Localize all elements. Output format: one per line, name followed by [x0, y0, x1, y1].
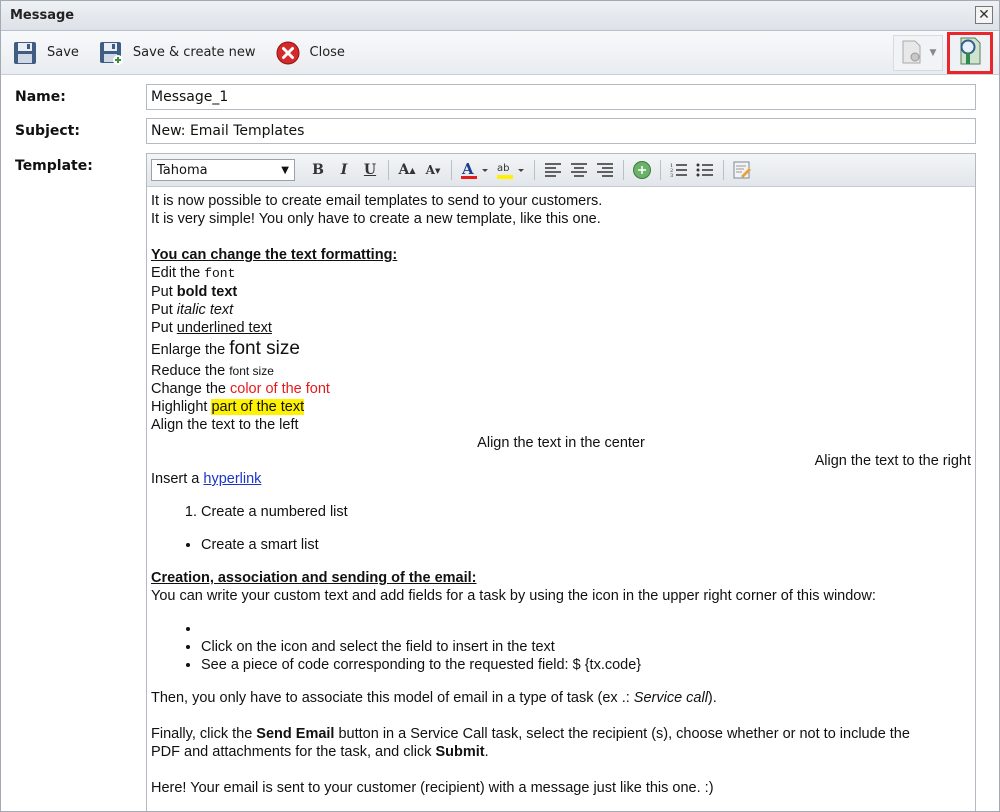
text-line: Align the text to the left	[151, 417, 299, 433]
font-select-value: Tahoma	[157, 162, 208, 178]
edit-source-icon[interactable]	[731, 159, 753, 181]
align-center-icon[interactable]	[568, 159, 590, 181]
list-item: See a piece of code corresponding to the…	[201, 656, 971, 674]
numbered-list: Create a numbered list	[201, 503, 971, 521]
font-color-icon[interactable]: A	[459, 159, 491, 181]
close-label: Close	[309, 45, 345, 60]
toolbar-separator	[623, 160, 624, 180]
text-line: Reduce the font size	[151, 363, 274, 379]
floppy-disk-icon	[11, 39, 39, 67]
text-line: Align the text to the right	[814, 453, 971, 469]
decrease-font-icon[interactable]: A ▼	[422, 159, 444, 181]
toolbar: Save Save & create new Close ▼	[1, 31, 999, 75]
section-heading: Creation, association and sending of the…	[151, 570, 477, 586]
toolbar-separator	[660, 160, 661, 180]
smart-list: Create a smart list	[201, 536, 971, 554]
save-create-new-button[interactable]: Save & create new	[97, 39, 256, 67]
text-line: Put bold text	[151, 284, 238, 300]
document-gear-icon	[900, 39, 924, 68]
hyperlink[interactable]: hyperlink	[203, 471, 261, 487]
svg-text:A: A	[461, 160, 474, 178]
text-line: Put italic text	[151, 302, 234, 318]
list-item: Create a numbered list	[201, 503, 971, 521]
field-inspector-icon	[955, 35, 985, 71]
chevron-down-icon: ▼	[929, 48, 937, 58]
save-button[interactable]: Save	[11, 39, 79, 67]
save-create-new-label: Save & create new	[132, 45, 256, 60]
text-line: You can write your custom text and add f…	[151, 588, 876, 604]
template-label: Template:	[15, 158, 93, 174]
underline-icon[interactable]: U	[359, 159, 381, 181]
text-line: Put underlined text	[151, 320, 272, 336]
numbered-list-icon[interactable]: 123	[668, 159, 690, 181]
title-bar: Message ✕	[1, 1, 999, 31]
list-item	[201, 620, 971, 638]
svg-text:3: 3	[670, 173, 673, 178]
subject-label: Subject:	[15, 123, 80, 139]
insert-link-icon[interactable]	[631, 159, 653, 181]
editor-toolbar: Tahoma ▼ B I U A ▲ A ▼ A ab 1 2 3	[147, 154, 975, 187]
text-line: It is now possible to create email templ…	[151, 193, 603, 209]
align-left-icon[interactable]	[542, 159, 564, 181]
text-line: Insert a hyperlink	[151, 471, 262, 487]
chevron-down-icon: ▼	[281, 164, 289, 176]
toolbar-separator	[388, 160, 389, 180]
list-item: Create a smart list	[201, 536, 971, 554]
text-line: Then, you only have to associate this mo…	[151, 690, 717, 706]
bullet-list: Click on the icon and select the field t…	[201, 620, 971, 674]
text-line: Here! Your email is sent to your custome…	[151, 780, 714, 796]
window-title: Message	[10, 8, 75, 23]
bold-icon[interactable]: B	[307, 159, 329, 181]
highlight-color-icon[interactable]: ab	[495, 159, 527, 181]
name-label: Name:	[15, 89, 66, 105]
text-line: It is very simple! You only have to crea…	[151, 211, 601, 227]
toolbar-separator	[534, 160, 535, 180]
toolbar-right-group: ▼	[893, 32, 993, 74]
editor-content[interactable]: It is now possible to create email templ…	[147, 187, 975, 797]
text-line: Change the color of the font	[151, 381, 330, 397]
text-line: PDF and attachments for the task, and cl…	[151, 744, 489, 760]
floppy-disk-plus-icon	[97, 39, 125, 67]
document-options-dropdown[interactable]: ▼	[893, 35, 943, 71]
section-heading: You can change the text formatting:	[151, 247, 398, 263]
italic-icon[interactable]: I	[333, 159, 355, 181]
text-line: Align the text in the center	[477, 435, 645, 451]
subject-input[interactable]: New: Email Templates	[146, 118, 976, 144]
name-input[interactable]: Message_1	[146, 84, 976, 110]
bullet-list-icon[interactable]	[694, 159, 716, 181]
message-window: Message ✕ Save Save & create new Close ▼…	[0, 0, 1000, 812]
align-right-icon[interactable]	[594, 159, 616, 181]
save-label: Save	[47, 45, 79, 60]
toolbar-separator	[451, 160, 452, 180]
text-line: Edit the font	[151, 265, 236, 281]
font-select[interactable]: Tahoma ▼	[151, 159, 295, 181]
window-close-button[interactable]: ✕	[975, 6, 993, 24]
increase-font-icon[interactable]: A ▲	[396, 159, 418, 181]
list-item: Click on the icon and select the field t…	[201, 638, 971, 656]
text-line: Highlight part of the text	[151, 399, 305, 415]
toolbar-separator	[723, 160, 724, 180]
text-line: Enlarge the font size	[151, 338, 300, 359]
insert-field-button[interactable]	[947, 32, 993, 74]
text-line: Finally, click the Send Email button in …	[151, 726, 910, 742]
close-button[interactable]: Close	[274, 39, 345, 67]
close-circle-icon	[274, 39, 302, 67]
template-editor: Tahoma ▼ B I U A ▲ A ▼ A ab 1 2 3 It is …	[146, 153, 976, 811]
svg-text:ab: ab	[497, 163, 509, 174]
close-x-icon: ✕	[978, 7, 990, 23]
